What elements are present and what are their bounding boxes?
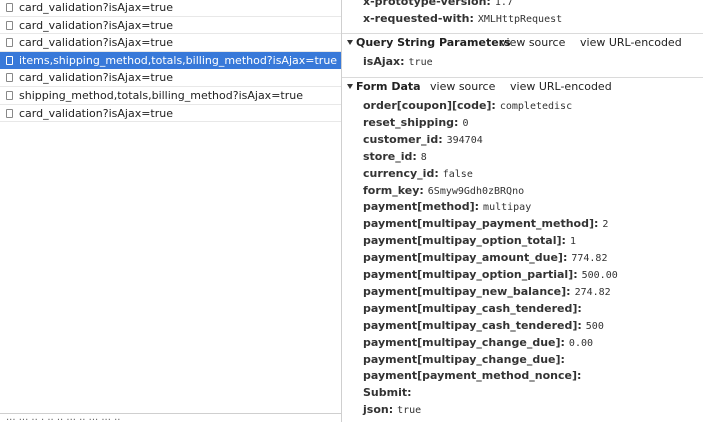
param-key: order[coupon][code]: [363,99,496,112]
form-param-row: reset_shipping: 0 [363,115,468,131]
param-value: multipay [483,202,532,214]
param-key: store_id: [363,149,417,163]
param-value: 394704 [446,134,483,146]
param-key: payment[multipay_option_partial]: [363,268,578,281]
file-icon [6,108,13,118]
request-list-panel: card_validation?isAjax=true card_validati… [0,0,341,422]
form-param-row: payment[multipay_amount_due]: 774.82 [363,250,607,266]
param-value: 2 [602,219,609,231]
param-value: 6Smyw9Gdh0zBRQno [427,185,525,197]
form-param-row: json: true [363,402,421,418]
param-key: payment[multipay_amount_due]: [363,251,568,265]
form-param-row: order[coupon][code]: completedisc [363,98,572,114]
request-row[interactable]: shipping_method,totals,billing_method?is… [0,87,341,105]
param-value: true [408,57,433,68]
request-name: shipping_method,totals,billing_method?is… [19,88,303,102]
status-bar-text: ··· ··· ·· · ·· ·· ··· ·· ··· ··· ·· [6,415,121,422]
param-value: 0 [462,117,469,129]
form-param-row: currency_id: false [363,166,473,182]
request-row[interactable]: card_validation?isAjax=true [0,0,341,17]
request-row[interactable]: items,shipping_method,totals,billing_met… [0,51,341,70]
form-data-section-header[interactable]: Form Data view source view URL-encoded [342,77,703,95]
form-param-row: payment[multipay_option_total]: 1 [363,233,576,249]
header-row: x-prototype-version: 1.7 [363,0,513,8]
header-value: XMLHttpRequest [477,14,563,25]
form-param-row: form_key: 6Smyw9Gdh0zBRQno [363,183,524,199]
header-value: 1.7 [494,0,513,8]
collapse-triangle-icon[interactable] [347,40,353,45]
query-view-source-link[interactable]: view source [500,34,565,52]
request-name: items,shipping_method,totals,billing_met… [19,53,338,67]
request-name: card_validation?isAjax=true [19,71,174,85]
param-key: payment[multipay_new_balance]: [363,284,571,298]
form-param-row: payment[payment_method_nonce]: [363,368,585,384]
param-value: 274.82 [574,286,611,298]
request-row[interactable]: card_validation?isAjax=true [0,34,341,52]
form-param-row: store_id: 8 [363,149,427,165]
form-param-row: payment[multipay_payment_method]: 2 [363,216,608,232]
form-view-source-link[interactable]: view source [430,78,495,96]
header-key: x-prototype-version: [363,0,491,8]
request-name: card_validation?isAjax=true [19,106,174,120]
request-name: card_validation?isAjax=true [19,1,174,14]
param-key: payment[multipay_cash_tendered]: [363,318,582,332]
param-key: reset_shipping: [363,115,459,129]
file-icon [6,55,13,65]
param-value: true [397,405,422,417]
status-bar-divider [0,413,341,414]
header-key: x-requested-with: [363,12,474,25]
param-key: payment[multipay_change_due]: [363,352,565,366]
form-param-row: payment[method]: multipay [363,199,531,215]
param-value: 500 [585,320,604,332]
param-key: customer_id: [363,132,443,146]
request-list: card_validation?isAjax=true card_validati… [0,0,341,123]
form-param-row: payment[multipay_change_due]: 0.00 [363,335,593,351]
query-param-row: isAjax: true [363,54,433,70]
param-value: false [442,168,473,180]
query-view-url-encoded-link[interactable]: view URL-encoded [580,34,682,52]
file-icon [6,90,13,100]
form-param-row: customer_id: 394704 [363,132,483,148]
param-key: payment[multipay_option_total]: [363,234,566,248]
param-key: Submit: [363,386,412,400]
param-value: 8 [420,151,427,163]
param-key: isAjax: [363,55,405,68]
header-row: x-requested-with: XMLHttpRequest [363,12,562,25]
request-name: card_validation?isAjax=true [19,36,174,50]
query-string-section-header[interactable]: Query String Parameters view source view… [342,33,703,51]
file-icon [6,38,13,48]
file-icon [6,20,13,30]
collapse-triangle-icon[interactable] [347,84,353,89]
request-name: card_validation?isAjax=true [19,18,174,32]
file-icon [6,3,13,12]
request-details-panel: x-prototype-version: 1.7 x-requested-with:… [342,0,703,422]
request-row[interactable]: card_validation?isAjax=true [0,17,341,35]
file-icon [6,73,13,83]
param-key: payment[payment_method_nonce]: [363,369,582,383]
param-value: 774.82 [571,253,608,265]
param-value: 0.00 [568,337,594,349]
request-row[interactable]: card_validation?isAjax=true [0,105,341,123]
param-value: 500.00 [581,270,618,281]
param-key: form_key: [363,183,424,197]
param-key: payment[multipay_change_due]: [363,335,565,349]
param-value: 1 [569,236,576,248]
param-key: payment[multipay_cash_tendered]: [363,301,582,315]
param-key: payment[multipay_payment_method]: [363,217,599,231]
form-param-row: Submit: [363,385,416,401]
form-param-row: payment[multipay_cash_tendered]: [363,301,586,317]
param-value: completedisc [499,101,573,112]
query-string-title: Query String Parameters [356,36,511,49]
form-view-url-encoded-link[interactable]: view URL-encoded [510,78,612,96]
form-param-row: payment[multipay_cash_tendered]: 500 [363,318,604,334]
param-key: currency_id: [363,166,439,180]
request-row[interactable]: card_validation?isAjax=true [0,69,341,87]
param-key: payment[method]: [363,200,480,214]
param-key: json: [363,403,394,417]
form-param-row: payment[multipay_change_due]: [363,352,569,368]
form-param-row: payment[multipay_new_balance]: 274.82 [363,284,611,300]
form-param-row: payment[multipay_option_partial]: 500.00 [363,267,618,283]
form-data-title: Form Data [356,80,421,93]
